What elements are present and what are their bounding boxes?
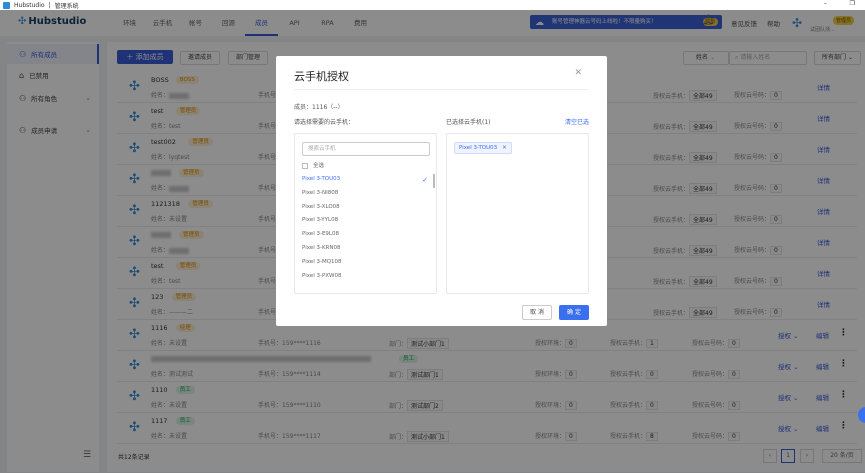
app-name: Hubstudio xyxy=(14,1,45,9)
phone-option[interactable]: Pixel 3-PXW08 xyxy=(302,273,428,279)
minimize-button[interactable]: – xyxy=(824,0,827,7)
window-subtitle: 管理系统 xyxy=(54,2,79,10)
phone-option[interactable]: Pixel 3-XLO08 xyxy=(302,204,428,210)
divider xyxy=(294,89,589,90)
phone-option-label: Pixel 3-XLO08 xyxy=(302,203,340,210)
member-info: 成员：1116（--） xyxy=(294,104,344,111)
phone-option[interactable]: Pixel 3-E9L08 xyxy=(302,231,428,237)
window-titlebar: Hubstudio | 管理系统 – ❐ xyxy=(0,0,865,10)
phone-option[interactable]: Pixel 3-YYL08 xyxy=(302,217,428,223)
phone-option-label: Pixel 3-NI808 xyxy=(302,189,339,196)
selected-phone-chip: Pixel 3-TOU03 ✕ xyxy=(454,142,512,154)
checkbox-icon xyxy=(302,162,308,169)
confirm-button[interactable]: 确 定 xyxy=(559,305,589,320)
select-all-label: 全选 xyxy=(313,163,325,169)
cancel-button[interactable]: 取 消 xyxy=(522,305,552,320)
select-label: 请选择需要的云手机： xyxy=(294,119,355,126)
app-logo-icon xyxy=(3,1,10,9)
phone-option-label: Pixel 3-PXW08 xyxy=(302,272,342,279)
title-separator: | xyxy=(48,1,51,9)
phone-option[interactable]: Pixel 3-KRN08 xyxy=(302,245,428,251)
phone-search-input[interactable]: 搜索云手机 xyxy=(302,142,430,156)
dialog-title: 云手机授权 xyxy=(294,70,349,83)
chip-label: Pixel 3-TOU03 xyxy=(459,145,498,151)
close-icon[interactable]: ✕ xyxy=(574,68,582,78)
selected-phones-panel: Pixel 3-TOU03 ✕ xyxy=(446,133,589,294)
phone-option[interactable]: Pixel 3-TOU03 ✓ xyxy=(302,176,428,184)
clear-selected-link[interactable]: 清空已选 xyxy=(565,117,589,126)
phone-option-label: Pixel 3-E9L08 xyxy=(302,231,339,238)
phone-option-label: Pixel 3-MQ108 xyxy=(302,258,342,265)
scrollbar[interactable] xyxy=(433,174,435,188)
phone-option[interactable]: Pixel 3-MQ108 xyxy=(302,259,428,265)
check-icon: ✓ xyxy=(422,176,428,184)
selected-label: 已选择云手机(1) xyxy=(446,119,491,126)
phone-option-label: Pixel 3-YYL08 xyxy=(302,217,339,224)
remove-chip-icon[interactable]: ✕ xyxy=(502,145,507,151)
available-phones-panel: 搜索云手机 全选 Pixel 3-TOU03 ✓ Pixel 3-NI808 Pixe… xyxy=(294,133,437,294)
maximize-button[interactable]: ❐ xyxy=(850,0,855,7)
select-all-checkbox[interactable]: 全选 xyxy=(302,161,324,169)
phone-option-label: Pixel 3-KRN08 xyxy=(302,245,341,251)
phone-option-label: Pixel 3-TOU03 xyxy=(302,176,341,182)
cloud-phone-auth-dialog: 云手机授权 ✕ 成员：1116（--） 请选择需要的云手机： 已选择云手机(1)… xyxy=(276,56,607,326)
phone-option[interactable]: Pixel 3-NI808 xyxy=(302,190,428,196)
